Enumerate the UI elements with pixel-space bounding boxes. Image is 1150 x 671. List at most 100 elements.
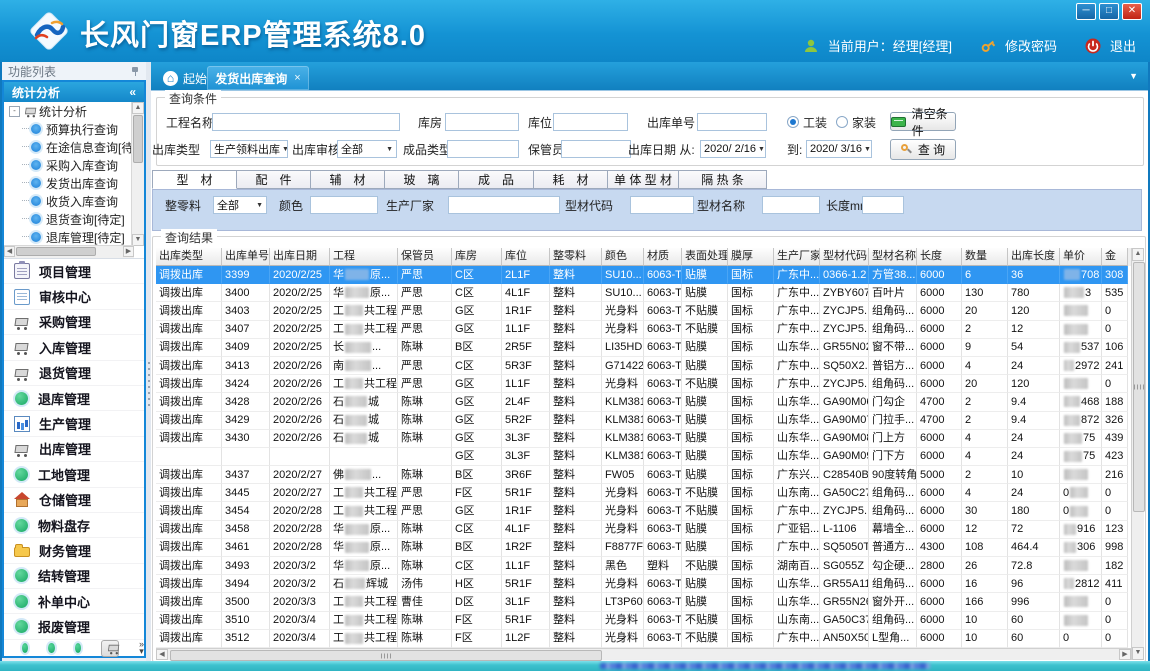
tree-vscroll-thumb[interactable] — [133, 115, 143, 163]
sidebar-item-return-warehouse[interactable]: 退库管理 — [4, 386, 144, 411]
collapse-icon[interactable]: « — [129, 85, 136, 99]
table-row[interactable]: 调拨出库34932020/3/2华原...陈琳C区1L1F整料黑色塑料不贴膜国标… — [156, 557, 1128, 575]
keeper-input[interactable] — [561, 140, 631, 158]
sidebar-section-header[interactable]: 统计分析 « — [4, 82, 144, 102]
more-tools-button[interactable]: »▾ — [139, 641, 144, 655]
table-row[interactable]: 调拨出库34942020/3/2石辉城汤伟H区5R1F整料光身料6063-T5贴… — [156, 575, 1128, 593]
radio-home[interactable]: 家装 — [836, 114, 876, 130]
logout-link[interactable]: 退出 — [1110, 36, 1136, 55]
scroll-left-icon[interactable]: ◀ — [156, 649, 168, 660]
minimize-button[interactable]: ─ — [1076, 3, 1096, 20]
scroll-right-icon[interactable]: ▶ — [123, 246, 134, 257]
table-row[interactable]: 调拨出库35102020/3/4工共工程陈琳F区5R1F整料光身料6063-T5… — [156, 612, 1128, 630]
scroll-left-icon[interactable]: ◀ — [4, 246, 15, 257]
scroll-right-icon[interactable]: ▶ — [1119, 649, 1131, 660]
sidebar-item-inventory[interactable]: 物料盘存 — [4, 513, 144, 538]
table-row[interactable]: 调拨出库34002020/2/25华原...严思C区4L1F整料SU10...6… — [156, 284, 1128, 302]
tree-item-purchase-in-query[interactable]: 采购入库查询 — [4, 156, 132, 174]
sidebar-item-finance[interactable]: 财务管理 — [4, 538, 144, 563]
material-tab-5[interactable]: 耗 材 — [534, 170, 608, 189]
date-to-select[interactable]: 2020/ 3/16▼ — [806, 140, 872, 158]
table-horizontal-scrollbar[interactable]: ◀ ▶ — [156, 648, 1131, 660]
tree-item-ship-out-query[interactable]: 发货出库查询 — [4, 174, 132, 192]
project-name-input[interactable] — [212, 113, 400, 131]
tree-root[interactable]: -统计分析 — [4, 102, 132, 120]
chevron-down-icon[interactable]: ▼ — [1129, 71, 1138, 81]
tree-horizontal-scrollbar[interactable]: ◀ ▶ — [4, 245, 134, 258]
column-header-date[interactable]: 出库日期 — [270, 248, 330, 266]
table-row[interactable]: 调拨出库35122020/3/4工共工程陈琳F区1L2F整料光身料6063-T5… — [156, 630, 1128, 648]
table-row[interactable]: 调拨出库34072020/2/25工共工程严思G区1L1F整料光身料6063-T… — [156, 321, 1128, 339]
table-vertical-scrollbar[interactable]: ▲ ▼ — [1131, 248, 1144, 660]
table-row[interactable]: 调拨出库34092020/2/25长...陈琳B区2R5F整料LI35HD606… — [156, 339, 1128, 357]
column-header-surface[interactable]: 表面处理 — [682, 248, 728, 266]
table-row[interactable]: 调拨出库33992020/2/25华原...严思C区2L1F整料SU10...6… — [156, 266, 1128, 284]
table-hscroll-thumb[interactable] — [170, 650, 602, 661]
table-row[interactable]: 调拨出库34032020/2/25工共工程严思G区1R1F整料光身料6063-T… — [156, 302, 1128, 320]
column-header-slot[interactable]: 库位 — [502, 248, 550, 266]
product-type-input[interactable] — [447, 140, 519, 158]
material-tab-7[interactable]: 隔 热 条 — [679, 170, 767, 189]
change-password-link[interactable]: 修改密码 — [1005, 36, 1057, 55]
column-header-price[interactable]: 单价 — [1060, 248, 1102, 266]
column-header-whole[interactable]: 整零料 — [550, 248, 602, 266]
table-row[interactable]: 调拨出库34582020/2/28华原...陈琳C区4L1F整料光身料6063-… — [156, 521, 1128, 539]
sidebar-item-audit[interactable]: 审核中心 — [4, 284, 144, 309]
table-row[interactable]: G区3L3F整料KLM38176063-T5贴膜国标山东华...GA90M09.… — [156, 448, 1128, 466]
column-header-order-no[interactable]: 出库单号 — [222, 248, 270, 266]
tree-item-return-query[interactable]: 退货查询[待定] — [4, 210, 132, 228]
table-row[interactable]: 调拨出库34612020/2/28华原...陈琳B区1R2F整料F8877FT6… — [156, 539, 1128, 557]
length-mm-input[interactable] — [862, 196, 904, 214]
radio-industrial[interactable]: 工装 — [787, 114, 827, 130]
column-header-material[interactable]: 材质 — [644, 248, 682, 266]
sidebar-item-carryover[interactable]: 结转管理 — [4, 564, 144, 589]
table-row[interactable]: 调拨出库34242020/2/26工共工程严思G区1L1F整料光身料6063-T… — [156, 375, 1128, 393]
sidebar-item-outbound[interactable]: 出库管理 — [4, 437, 144, 462]
material-tab-2[interactable]: 辅 材 — [311, 170, 385, 189]
tree-vertical-scrollbar[interactable]: ▲ ▼ — [131, 102, 144, 246]
table-row[interactable]: 调拨出库35002020/3/3工共工程曹佳D区3L1F整料LT3P606063… — [156, 593, 1128, 611]
tool-dot-icon[interactable] — [22, 643, 28, 653]
table-vscroll-thumb[interactable] — [1133, 262, 1145, 512]
cart-tool-button[interactable] — [101, 640, 119, 657]
tab-shipment-outbound-query[interactable]: 发货出库查询 × — [207, 66, 309, 90]
column-header-maker[interactable]: 生产厂家 — [774, 248, 820, 266]
tree-item-receive-in-query[interactable]: 收货入库查询 — [4, 192, 132, 210]
sidebar-item-warehouse[interactable]: 仓储管理 — [4, 488, 144, 513]
warehouse-input[interactable] — [445, 113, 519, 131]
tool-dot-icon[interactable] — [48, 643, 54, 653]
column-header-project[interactable]: 工程 — [330, 248, 398, 266]
sidebar-item-inbound[interactable]: 入库管理 — [4, 335, 144, 360]
material-tab-4[interactable]: 成 品 — [459, 170, 534, 189]
table-row[interactable]: 调拨出库34302020/2/26石城陈琳G区3L3F整料KLM38176063… — [156, 430, 1128, 448]
pin-icon[interactable] — [131, 66, 140, 77]
sidebar-item-supplement[interactable]: 补单中心 — [4, 589, 144, 614]
tree-hscroll-thumb[interactable] — [16, 247, 96, 256]
order-no-input[interactable] — [697, 113, 767, 131]
maximize-button[interactable]: □ — [1099, 3, 1119, 20]
table-row[interactable]: 调拨出库34132020/2/26南...严思C区5R3F整料G71422606… — [156, 357, 1128, 375]
tree-item-budget-exec-query[interactable]: 预算执行查询 — [4, 120, 132, 138]
column-header-out-length[interactable]: 出库长度 — [1008, 248, 1060, 266]
close-button[interactable]: ✕ — [1122, 3, 1142, 20]
sidebar-item-project[interactable]: 项目管理 — [4, 259, 144, 284]
profile-code-input[interactable] — [630, 196, 694, 214]
column-header-code[interactable]: 型材代码 — [820, 248, 869, 266]
table-row[interactable]: 调拨出库34372020/2/27佛...陈琳B区3R6F整料FW056063-… — [156, 466, 1128, 484]
date-from-select[interactable]: 2020/ 2/16▼ — [700, 140, 766, 158]
tree-item-in-transit-query[interactable]: 在途信息查询[待 — [4, 138, 132, 156]
scroll-up-icon[interactable]: ▲ — [132, 102, 144, 114]
sidebar-item-purchase[interactable]: 采购管理 — [4, 310, 144, 335]
search-button[interactable]: 查 询 — [890, 139, 956, 160]
manufacturer-input[interactable] — [448, 196, 560, 214]
sidebar-item-site[interactable]: 工地管理 — [4, 462, 144, 487]
scroll-up-icon[interactable]: ▲ — [1132, 248, 1144, 261]
close-tab-icon[interactable]: × — [294, 72, 300, 84]
table-row[interactable]: 调拨出库34292020/2/26石城陈琳G区5R2F整料KLM38176063… — [156, 412, 1128, 430]
column-header-qty[interactable]: 数量 — [962, 248, 1008, 266]
column-header-color[interactable]: 颜色 — [602, 248, 644, 266]
material-tab-3[interactable]: 玻 璃 — [385, 170, 459, 189]
sidebar-item-returns[interactable]: 退货管理 — [4, 361, 144, 386]
column-header-name[interactable]: 型材名称 — [869, 248, 917, 266]
material-tab-6[interactable]: 单 体 型 材 — [608, 170, 679, 189]
